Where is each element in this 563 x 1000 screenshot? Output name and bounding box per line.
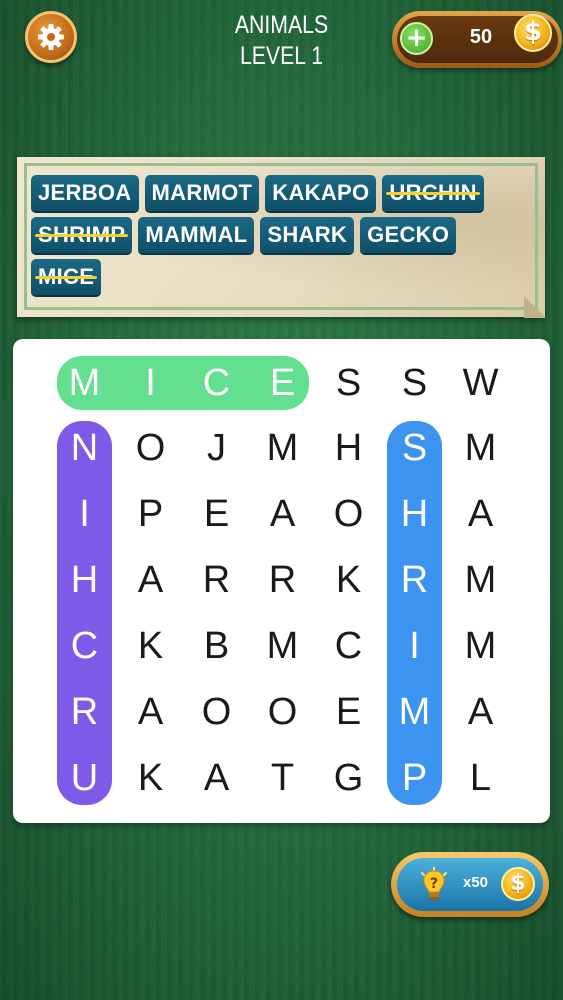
grid-cell[interactable]: A [123,685,178,740]
word-chip-shrimp: SHRIMP [31,217,133,253]
word-chip-mammal: MAMMAL [138,217,255,253]
grid-cell[interactable]: A [453,685,508,740]
hint-cost: x50 [463,874,489,891]
grid-cell[interactable]: M [387,685,442,740]
grid-cell[interactable]: R [255,553,310,608]
coin-balance: + 50 $ [392,11,562,68]
grid-cell[interactable]: R [57,685,112,740]
grid-cell[interactable]: P [387,751,442,806]
grid-cell[interactable]: G [321,751,376,806]
grid-cell[interactable]: N [57,421,112,476]
grid-cell[interactable]: W [453,356,508,411]
grid-cell[interactable]: T [255,751,310,806]
letter-grid[interactable]: MICESSWNOJMHSMIPEAOHAHARRKRMCKBMCIMRAOOE… [13,339,550,823]
grid-cell[interactable]: L [453,751,508,806]
word-chip-urchin: URCHIN [382,175,484,211]
grid-cell[interactable]: K [123,619,178,674]
word-chip-jerboa: JERBOA [31,175,139,211]
lightbulb-question-icon: ? [421,867,447,900]
coin-count: 50 [469,26,493,48]
grid-cell[interactable]: R [189,553,244,608]
grid-cell[interactable]: A [189,751,244,806]
grid-cell[interactable]: O [189,685,244,740]
hint-button[interactable]: ? x50 $ [391,852,549,917]
add-coins-button[interactable]: + [400,22,433,55]
grid-cell[interactable]: I [387,619,442,674]
grid-cell[interactable]: M [453,619,508,674]
coin-icon: $ [501,867,535,901]
word-chip-kakapo: KAKAPO [265,175,377,211]
grid-cell[interactable]: M [453,553,508,608]
svg-text:?: ? [430,876,438,892]
grid-cell[interactable]: K [123,751,178,806]
grid-cell[interactable]: O [123,421,178,476]
grid-cell[interactable]: M [453,421,508,476]
grid-cell[interactable]: O [255,685,310,740]
grid-cell[interactable]: H [321,421,376,476]
grid-cell[interactable]: O [321,487,376,542]
grid-cell[interactable]: M [255,421,310,476]
grid-cell[interactable]: C [321,619,376,674]
grid-cell[interactable]: I [57,487,112,542]
grid-cell[interactable]: A [123,553,178,608]
grid-cell[interactable]: A [255,487,310,542]
grid-cell[interactable]: M [57,356,112,411]
word-list-panel: JERBOA MARMOT KAKAPO URCHIN SHRIMP MAMMAL SHAR… [17,157,546,318]
grid-cell[interactable]: K [321,553,376,608]
grid-cell[interactable]: H [387,487,442,542]
grid-cell[interactable]: S [321,356,376,411]
word-chip-marmot: MARMOT [144,175,260,211]
grid-cell[interactable]: E [189,487,244,542]
grid-cell[interactable]: B [189,619,244,674]
grid-cell[interactable]: I [123,356,178,411]
grid-cell[interactable]: H [57,553,112,608]
word-chip-gecko: GECKO [360,217,457,253]
grid-cell[interactable]: S [387,421,442,476]
grid-cell[interactable]: A [453,487,508,542]
grid-cell[interactable]: C [189,356,244,411]
grid-cell[interactable]: S [387,356,442,411]
grid-cell[interactable]: C [57,619,112,674]
word-chip-mice: MICE [31,259,102,295]
word-chip-shark: SHARK [260,217,355,253]
found-word-highlight-shrimp [387,421,442,805]
grid-cell[interactable]: R [387,553,442,608]
grid-cell[interactable]: J [189,421,244,476]
grid-cell[interactable]: P [123,487,178,542]
coin-icon: $ [514,14,552,52]
grid-cell[interactable]: M [255,619,310,674]
word-list: JERBOA MARMOT KAKAPO URCHIN SHRIMP MAMMAL SHAR… [31,175,531,295]
grid-cell[interactable]: E [321,685,376,740]
grid-cell[interactable]: E [255,356,310,411]
grid-cell[interactable]: U [57,751,112,806]
found-word-highlight-urchin [57,421,112,805]
